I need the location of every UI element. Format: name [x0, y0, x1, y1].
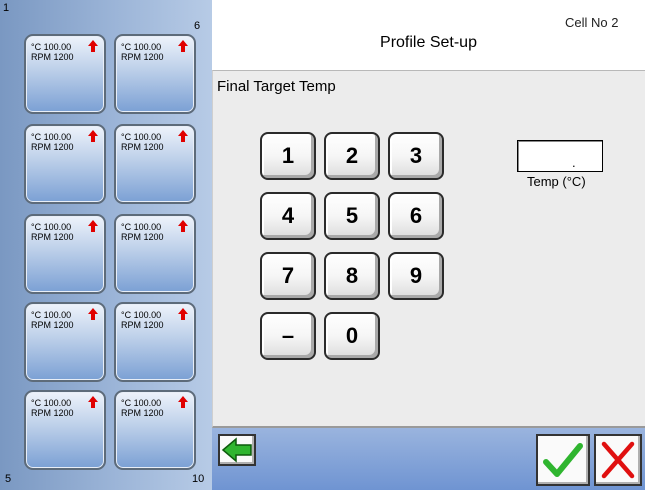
red-up-arrow-icon — [178, 396, 188, 408]
cell-rpm: RPM 1200 — [31, 52, 74, 62]
cell-tile-6[interactable]: °C 100.00 RPM 1200 — [114, 34, 196, 114]
back-button[interactable] — [218, 434, 256, 466]
bottom-toolbar — [212, 428, 645, 490]
cell-temp: °C 100.00 — [31, 398, 72, 408]
cell-rpm: RPM 1200 — [31, 232, 74, 242]
red-x-icon — [601, 441, 635, 479]
cell-rpm: RPM 1200 — [31, 408, 74, 418]
temp-unit-label: Temp (°C) — [527, 174, 586, 189]
red-up-arrow-icon — [178, 308, 188, 320]
cell-temp: °C 100.00 — [121, 132, 162, 142]
key-0[interactable]: 0 — [324, 312, 380, 360]
confirm-button[interactable] — [536, 434, 590, 486]
cell-rpm: RPM 1200 — [121, 320, 164, 330]
temp-input-display[interactable]: . — [517, 140, 603, 172]
cell-rpm: RPM 1200 — [121, 232, 164, 242]
key-1[interactable]: 1 — [260, 132, 316, 180]
red-up-arrow-icon — [178, 130, 188, 142]
corner-number-top-right: 6 — [194, 20, 201, 32]
red-up-arrow-icon — [88, 220, 98, 232]
cell-list-panel: 1 6 5 10 °C 100.00 RPM 1200 °C 100.00 RP… — [0, 0, 212, 490]
cell-rpm: RPM 1200 — [121, 142, 164, 152]
cell-tile-2[interactable]: °C 100.00 RPM 1200 — [24, 124, 106, 204]
red-up-arrow-icon — [88, 308, 98, 320]
cell-tile-4[interactable]: °C 100.00 RPM 1200 — [24, 302, 106, 382]
red-up-arrow-icon — [178, 220, 188, 232]
red-up-arrow-icon — [88, 40, 98, 52]
page-title: Profile Set-up — [380, 34, 477, 51]
key-4[interactable]: 4 — [260, 192, 316, 240]
cell-tile-9[interactable]: °C 100.00 RPM 1200 — [114, 302, 196, 382]
green-left-arrow-icon — [221, 437, 252, 463]
cell-temp: °C 100.00 — [31, 310, 72, 320]
cell-temp: °C 100.00 — [121, 310, 162, 320]
red-up-arrow-icon — [178, 40, 188, 52]
temp-value: . — [572, 155, 576, 170]
corner-number-top-left: 1 — [3, 2, 10, 14]
cell-rpm: RPM 1200 — [121, 52, 164, 62]
section-label: Final Target Temp — [217, 78, 336, 95]
cell-rpm: RPM 1200 — [31, 320, 74, 330]
cancel-button[interactable] — [594, 434, 642, 486]
cell-rpm: RPM 1200 — [31, 142, 74, 152]
cell-rpm: RPM 1200 — [121, 408, 164, 418]
cell-temp: °C 100.00 — [31, 42, 72, 52]
cell-temp: °C 100.00 — [121, 222, 162, 232]
cell-temp: °C 100.00 — [31, 222, 72, 232]
red-up-arrow-icon — [88, 130, 98, 142]
key-5[interactable]: 5 — [324, 192, 380, 240]
cell-tile-3[interactable]: °C 100.00 RPM 1200 — [24, 214, 106, 294]
cell-tile-8[interactable]: °C 100.00 RPM 1200 — [114, 214, 196, 294]
cell-tile-7[interactable]: °C 100.00 RPM 1200 — [114, 124, 196, 204]
cell-temp: °C 100.00 — [121, 398, 162, 408]
corner-number-bottom-right: 10 — [192, 473, 205, 485]
key-3[interactable]: 3 — [388, 132, 444, 180]
key-minus[interactable]: – — [260, 312, 316, 360]
key-2[interactable]: 2 — [324, 132, 380, 180]
cell-tile-10[interactable]: °C 100.00 RPM 1200 — [114, 390, 196, 470]
cell-temp: °C 100.00 — [31, 132, 72, 142]
red-up-arrow-icon — [88, 396, 98, 408]
key-9[interactable]: 9 — [388, 252, 444, 300]
key-7[interactable]: 7 — [260, 252, 316, 300]
green-check-icon — [543, 443, 583, 477]
keypad-content-area: Final Target Temp 1 2 3 4 5 6 7 8 9 – 0 … — [212, 70, 645, 428]
cell-number-label: Cell No 2 — [565, 15, 619, 30]
key-6[interactable]: 6 — [388, 192, 444, 240]
key-8[interactable]: 8 — [324, 252, 380, 300]
corner-number-bottom-left: 5 — [5, 473, 12, 485]
cell-temp: °C 100.00 — [121, 42, 162, 52]
cell-tile-5[interactable]: °C 100.00 RPM 1200 — [24, 390, 106, 470]
cell-tile-1[interactable]: °C 100.00 RPM 1200 — [24, 34, 106, 114]
